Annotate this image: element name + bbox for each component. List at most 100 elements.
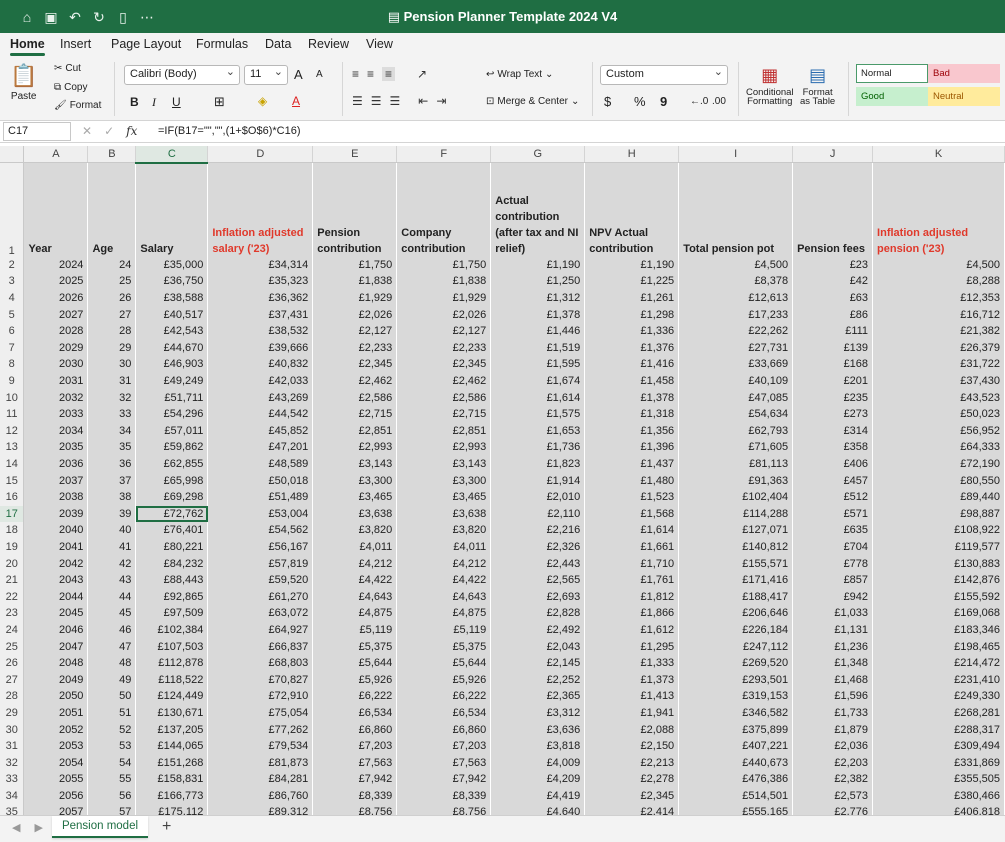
cell[interactable]: £206,646	[678, 605, 793, 622]
wrap-text-button[interactable]: ↩ Wrap Text ⌄	[486, 69, 553, 80]
cell[interactable]: 38	[87, 488, 136, 506]
cell[interactable]: £16,712	[872, 306, 1005, 323]
align-middle-icon[interactable]: ≡	[367, 67, 374, 81]
cell[interactable]: £1,131	[792, 621, 873, 639]
cell[interactable]: £1,866	[584, 605, 679, 622]
cell[interactable]: £6,534	[396, 704, 491, 722]
cell[interactable]: £54,634	[678, 405, 793, 423]
cell[interactable]: £1,733	[792, 704, 873, 722]
cell[interactable]: 48	[87, 654, 136, 672]
cell[interactable]: £1,378	[584, 389, 679, 406]
cell[interactable]: £89,440	[872, 488, 1005, 506]
cell[interactable]: £36,362	[207, 289, 313, 307]
cell[interactable]: 2038	[23, 488, 88, 506]
cell[interactable]: £1,596	[792, 688, 873, 705]
row-header[interactable]: 15	[0, 472, 25, 489]
cell[interactable]: £1,736	[490, 439, 585, 456]
cell[interactable]: £44,670	[135, 339, 208, 357]
cell[interactable]: £91,363	[678, 472, 793, 489]
cell[interactable]: £380,466	[872, 787, 1005, 805]
cell[interactable]: £54,562	[207, 522, 313, 539]
paste-button[interactable]: 📋 Paste	[10, 63, 37, 102]
cell[interactable]: £7,203	[312, 737, 397, 755]
cell[interactable]: £59,862	[135, 439, 208, 456]
cell[interactable]: £2,345	[396, 356, 491, 373]
cell[interactable]: £6,860	[312, 721, 397, 738]
cell[interactable]: £6,222	[396, 688, 491, 705]
cell[interactable]: £183,346	[872, 621, 1005, 639]
cell[interactable]: 2039	[23, 505, 88, 523]
cell[interactable]: £2,043	[490, 638, 585, 655]
cell[interactable]: £188,417	[678, 588, 793, 606]
cell[interactable]: £8,339	[312, 787, 397, 805]
cell[interactable]: £1,710	[584, 555, 679, 572]
cell[interactable]: £139	[792, 339, 873, 357]
cell[interactable]: £127,071	[678, 522, 793, 539]
cell[interactable]: £70,827	[207, 671, 313, 689]
cell[interactable]: £1,523	[584, 488, 679, 506]
cell[interactable]: £201	[792, 372, 873, 390]
header-cell[interactable]: Year	[23, 162, 88, 257]
cell[interactable]: £51,489	[207, 488, 313, 506]
cell[interactable]: £3,143	[312, 455, 397, 473]
cell[interactable]: £514,501	[678, 787, 793, 805]
cell[interactable]: £355,505	[872, 771, 1005, 788]
cell[interactable]: £50,018	[207, 472, 313, 489]
cell[interactable]: £319,153	[678, 688, 793, 705]
cell[interactable]: £80,221	[135, 538, 208, 556]
cell[interactable]: £2,828	[490, 605, 585, 622]
cell[interactable]: £2,993	[396, 439, 491, 456]
cell[interactable]: £6,222	[312, 688, 397, 705]
row-header[interactable]: 30	[0, 721, 25, 738]
cell[interactable]: £2,036	[792, 737, 873, 755]
header-cell[interactable]: Pension contribution	[312, 162, 397, 257]
cell[interactable]: £7,563	[312, 754, 397, 771]
cell[interactable]: £1,190	[490, 256, 585, 274]
cell[interactable]: £169,068	[872, 605, 1005, 622]
header-cell[interactable]: Inflation adjusted pension ('23)	[872, 162, 1005, 257]
column-header-e[interactable]: E	[312, 146, 398, 164]
cell[interactable]: £118,522	[135, 671, 208, 689]
cell[interactable]: £4,419	[490, 787, 585, 805]
cell[interactable]: £21,382	[872, 322, 1005, 340]
header-cell[interactable]: Pension fees	[792, 162, 873, 257]
cell[interactable]: £53,004	[207, 505, 313, 523]
cell[interactable]: £273	[792, 405, 873, 423]
cell[interactable]: £1,838	[396, 273, 491, 290]
cell[interactable]: £38,588	[135, 289, 208, 307]
cell[interactable]: £406	[792, 455, 873, 473]
cell[interactable]: £1,376	[584, 339, 679, 357]
column-header-b[interactable]: B	[87, 146, 137, 164]
italic-button[interactable]: I	[152, 95, 156, 110]
cell[interactable]: £65,998	[135, 472, 208, 489]
cell[interactable]: £111	[792, 322, 873, 340]
cell[interactable]: £2,462	[396, 372, 491, 390]
fill-color-icon[interactable]: ◈	[258, 94, 267, 108]
cell[interactable]: 2029	[23, 339, 88, 357]
cell[interactable]: £72,762	[135, 505, 208, 523]
orientation-icon[interactable]: ↗	[417, 67, 427, 81]
cell[interactable]: £92,865	[135, 588, 208, 606]
cell[interactable]: 2054	[23, 754, 88, 771]
cell[interactable]: £2,365	[490, 688, 585, 705]
cell[interactable]: £27,731	[678, 339, 793, 357]
style-neutral[interactable]: Neutral	[928, 87, 1000, 106]
cell[interactable]: £457	[792, 472, 873, 489]
cell[interactable]: £2,150	[584, 737, 679, 755]
cell[interactable]: £80,550	[872, 472, 1005, 489]
column-header-i[interactable]: I	[678, 146, 794, 164]
cell[interactable]: £1,416	[584, 356, 679, 373]
cell[interactable]: £7,942	[396, 771, 491, 788]
header-cell[interactable]: Company contribution	[396, 162, 491, 257]
cell[interactable]: £68,803	[207, 654, 313, 672]
cell[interactable]: £778	[792, 555, 873, 572]
cell[interactable]: £40,109	[678, 372, 793, 390]
cell[interactable]: £1,941	[584, 704, 679, 722]
cell[interactable]: £56,167	[207, 538, 313, 556]
cell[interactable]: 2042	[23, 555, 88, 572]
increase-indent-icon[interactable]: ⇥	[436, 94, 446, 108]
cell[interactable]: £81,873	[207, 754, 313, 771]
cell[interactable]: 2034	[23, 422, 88, 440]
cell[interactable]: 34	[87, 422, 136, 440]
cell[interactable]: £31,722	[872, 356, 1005, 373]
